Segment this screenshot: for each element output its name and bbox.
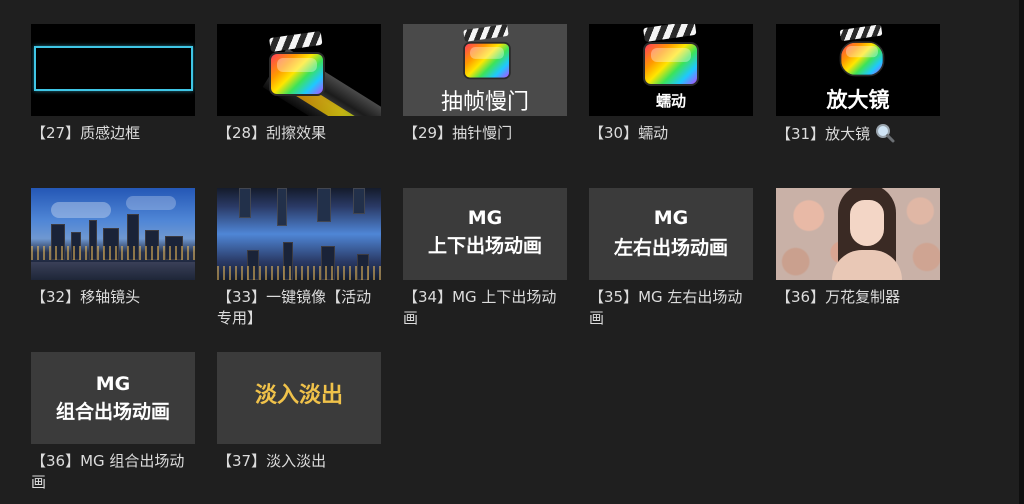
- window-edge: [1019, 0, 1024, 504]
- clapper-icon: [839, 24, 885, 77]
- effect-tile-31[interactable]: 放大镜 【31】放大镜: [776, 24, 942, 145]
- effect-thumbnail[interactable]: 淡入淡出: [217, 352, 381, 444]
- clapper-icon: [269, 30, 325, 96]
- effect-caption: 【28】刮擦效果: [217, 124, 327, 142]
- city-lights: [31, 246, 195, 260]
- magnifier-icon: [875, 124, 895, 143]
- effect-caption: 【31】放大镜: [776, 123, 942, 145]
- city-lights: [217, 266, 381, 280]
- thumb-title-line1: MG: [653, 207, 689, 229]
- effect-caption: 【34】MG 上下出场动画: [403, 288, 557, 327]
- thumb-title-line2: 上下出场动画: [427, 235, 542, 257]
- effect-caption: 【33】一键镜像【活动专用】: [217, 288, 372, 327]
- effect-caption: 【36】万花复制器: [776, 288, 901, 306]
- effect-tile-37[interactable]: 淡入淡出 【37】淡入淡出: [217, 352, 383, 472]
- effect-tile-29[interactable]: 抽帧慢门 【29】抽针慢门: [403, 24, 569, 144]
- effect-caption: 【37】淡入淡出: [217, 452, 327, 470]
- effect-tile-33[interactable]: 【33】一键镜像【活动专用】: [217, 188, 383, 329]
- effect-caption: 【30】蠕动: [589, 124, 669, 142]
- effect-thumbnail[interactable]: 蠕动: [589, 24, 753, 116]
- effect-caption: 【27】质感边框: [31, 124, 141, 142]
- effect-caption: 【36】MG 组合出场动画: [31, 452, 185, 491]
- effect-thumbnail[interactable]: 抽帧慢门: [403, 24, 567, 116]
- effect-tile-35[interactable]: MG 左右出场动画 【35】MG 左右出场动画: [589, 188, 755, 329]
- effect-tile-27[interactable]: 【27】质感边框: [31, 24, 197, 144]
- thumb-title-line1: MG: [95, 373, 131, 395]
- cloud-shape: [51, 202, 111, 218]
- effect-thumbnail[interactable]: MG 组合出场动画: [31, 352, 195, 444]
- cloud-shape: [126, 196, 176, 210]
- effect-thumbnail[interactable]: [31, 24, 195, 116]
- effect-tile-34[interactable]: MG 上下出场动画 【34】MG 上下出场动画: [403, 188, 569, 329]
- thumb-title: 放大镜: [826, 88, 890, 112]
- water-reflection: [31, 262, 195, 280]
- clapper-icon: [643, 24, 699, 86]
- skyline-building: [277, 188, 287, 226]
- effect-thumbnail[interactable]: MG 上下出场动画: [403, 188, 567, 280]
- frame-preview: [34, 46, 193, 91]
- thumb-title: 淡入淡出: [254, 383, 343, 408]
- clapper-icon: [463, 24, 511, 80]
- thumb-title: 抽帧慢门: [440, 90, 529, 115]
- effect-caption: 【29】抽针慢门: [403, 124, 513, 142]
- effect-caption: 【35】MG 左右出场动画: [589, 288, 743, 327]
- effect-thumbnail[interactable]: [776, 188, 940, 280]
- effect-tile-32[interactable]: 【32】移轴镜头: [31, 188, 197, 308]
- effect-caption-text: 【31】放大镜: [776, 125, 871, 143]
- thumb-title-line1: MG: [467, 207, 503, 229]
- portrait-face: [850, 200, 884, 246]
- effect-tile-36-combo[interactable]: MG 组合出场动画 【36】MG 组合出场动画: [31, 352, 197, 493]
- effect-tile-30[interactable]: 蠕动 【30】蠕动: [589, 24, 755, 144]
- skyline-building: [353, 188, 365, 214]
- effect-tile-28[interactable]: 【28】刮擦效果: [217, 24, 383, 144]
- effect-thumbnail[interactable]: MG 左右出场动画: [589, 188, 753, 280]
- skyline-building: [239, 188, 251, 218]
- thumb-title-line2: 组合出场动画: [55, 401, 170, 423]
- effect-thumbnail[interactable]: 放大镜: [776, 24, 940, 116]
- effect-thumbnail[interactable]: [217, 24, 381, 116]
- thumb-title-line2: 左右出场动画: [613, 237, 728, 259]
- effects-library-grid: 【27】质感边框 【28】刮擦效果 抽帧慢门 【29】抽针慢门 蠕动 【30】蠕…: [0, 0, 1024, 504]
- effect-caption: 【32】移轴镜头: [31, 288, 141, 306]
- effect-thumbnail[interactable]: [31, 188, 195, 280]
- effect-thumbnail[interactable]: [217, 188, 381, 280]
- effect-tile-36[interactable]: 【36】万花复制器: [776, 188, 942, 308]
- skyline-building: [317, 188, 331, 222]
- thumb-title: 蠕动: [655, 92, 686, 110]
